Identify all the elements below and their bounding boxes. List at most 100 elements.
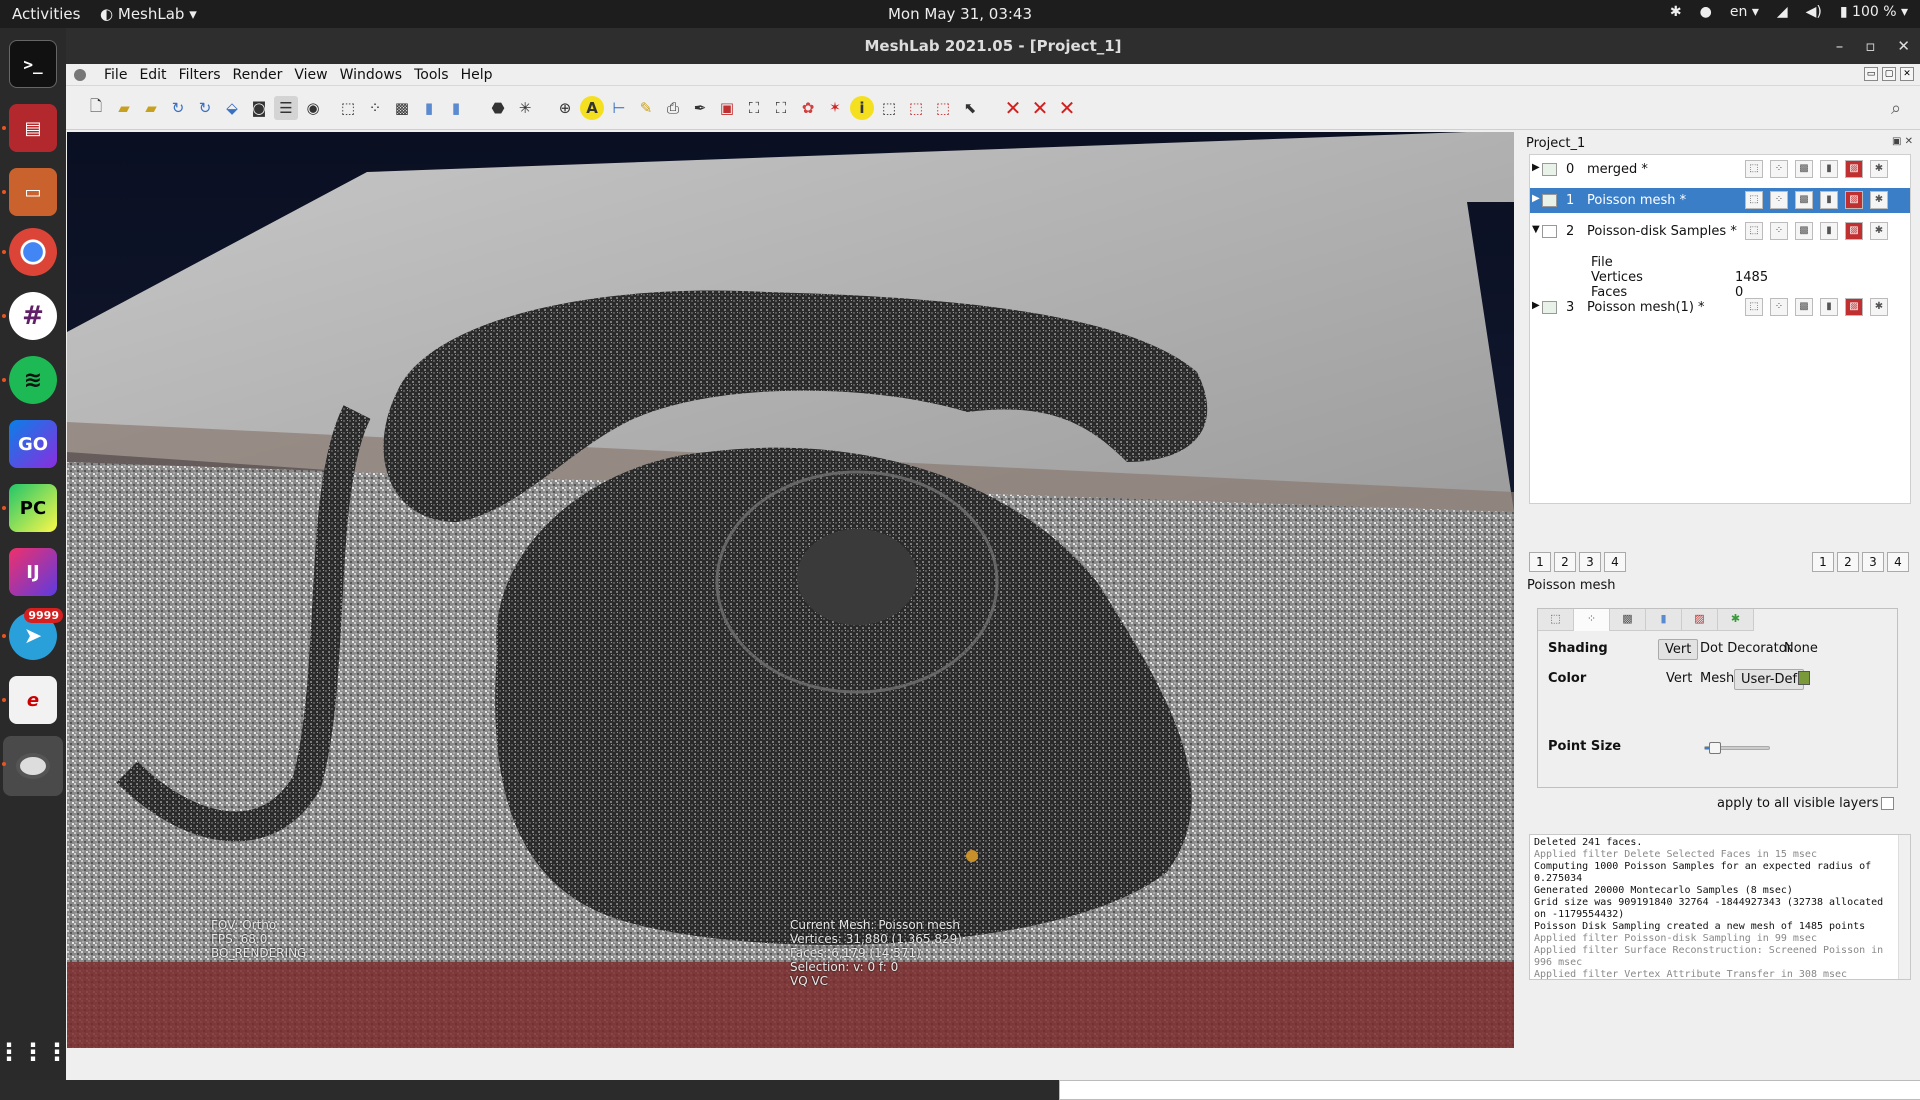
bbox-toggle-icon[interactable]: ⬚ <box>1745 191 1763 209</box>
decorator-toggle-icon[interactable]: ✱ <box>1870 298 1888 316</box>
user-color-swatch[interactable] <box>1798 671 1810 685</box>
fill-toggle-icon[interactable]: ▮ <box>1820 160 1838 178</box>
right-view-button-2[interactable]: 2 <box>1837 552 1859 572</box>
telegram-icon[interactable]: ➤ 9999 <box>9 608 63 660</box>
3d-viewport[interactable]: FOV: Ortho FPS: 68.0 BO_RENDERING Curren… <box>67 132 1514 1048</box>
app-icon[interactable]: e <box>9 676 57 724</box>
flat-render-icon[interactable]: ▮ <box>417 96 441 120</box>
clock[interactable]: Mon May 31, 03:43 <box>0 5 1920 23</box>
georef-icon[interactable]: ✶ <box>823 96 847 120</box>
bbox-icon[interactable]: ⬚ <box>336 96 360 120</box>
maximize-icon[interactable]: ▫ <box>1865 28 1875 64</box>
menu-view[interactable]: View <box>288 67 333 83</box>
delete-vertices-icon[interactable]: ✕ <box>1001 96 1025 120</box>
menu-windows[interactable]: Windows <box>334 67 409 83</box>
raster-icon[interactable]: ◉ <box>301 96 325 120</box>
layer-row[interactable]: ▼ 2 Poisson-disk Samples * ⬚ ⁘ ▩ ▮ ▨ ✱ <box>1530 219 1910 244</box>
tab-bbox-icon[interactable]: ⬚ <box>1538 609 1574 631</box>
decorator-toggle-icon[interactable]: ✱ <box>1870 222 1888 240</box>
layer-row-selected[interactable]: ▶ 1 Poisson mesh * ⬚ ⁘ ▩ ▮ ▨ ✱ <box>1530 188 1910 213</box>
layer-row[interactable]: ▶ 3 Poisson mesh(1) * ⬚ ⁘ ▩ ▮ ▨ ✱ <box>1530 295 1910 320</box>
bbox-toggle-icon[interactable]: ⬚ <box>1745 298 1763 316</box>
select-faces-icon[interactable]: ⛶ <box>769 96 793 120</box>
visibility-eye-icon[interactable] <box>1542 163 1557 176</box>
close-icon[interactable]: ✕ <box>1897 28 1910 64</box>
dropbox-tray-icon[interactable]: ● <box>1700 4 1712 20</box>
trackball-icon[interactable]: ⊕ <box>553 96 577 120</box>
fill-toggle-icon[interactable]: ▮ <box>1820 222 1838 240</box>
lighting-icon[interactable]: ⬣ <box>486 96 510 120</box>
select-vertices-icon[interactable]: ⛶ <box>742 96 766 120</box>
select-rect-icon[interactable]: ⬚ <box>877 96 901 120</box>
fill-toggle-icon[interactable]: ▮ <box>1820 298 1838 316</box>
edit-tool-icon[interactable]: ▣ <box>715 96 739 120</box>
delete-faces-icon[interactable]: ✕ <box>1028 96 1052 120</box>
mdi-close-icon[interactable]: ✕ <box>1900 67 1914 81</box>
slack-tray-icon[interactable]: ✱ <box>1670 4 1682 20</box>
delete-all-icon[interactable]: ✕ <box>1055 96 1079 120</box>
battery-indicator[interactable]: ▮ 100 % ▾ <box>1840 4 1908 20</box>
color-userdef-button[interactable]: User-Def <box>1734 669 1805 690</box>
import-mesh-icon[interactable]: ▰ <box>139 96 163 120</box>
axes-icon[interactable]: ✳ <box>513 96 537 120</box>
log-scrollbar[interactable] <box>1898 835 1910 979</box>
pycharm-icon[interactable]: PC <box>9 484 57 532</box>
wire-toggle-icon[interactable]: ▩ <box>1795 191 1813 209</box>
tab-texture-icon[interactable]: ▨ <box>1682 609 1718 631</box>
wire-toggle-icon[interactable]: ▩ <box>1795 222 1813 240</box>
annotation-icon[interactable]: A <box>580 96 604 120</box>
fill-toggle-icon[interactable]: ▮ <box>1820 191 1838 209</box>
left-view-button-1[interactable]: 1 <box>1529 552 1551 572</box>
expand-arrow-icon[interactable]: ▶ <box>1532 193 1540 204</box>
app-icon[interactable]: ▤ <box>9 104 57 152</box>
expand-arrow-icon[interactable]: ▶ <box>1532 300 1540 311</box>
menu-filters[interactable]: Filters <box>173 67 227 83</box>
tab-points-icon[interactable]: ⁘ <box>1574 609 1610 631</box>
wire-toggle-icon[interactable]: ▩ <box>1795 298 1813 316</box>
keyboard-layout[interactable]: en ▾ <box>1730 4 1759 20</box>
select-vert-icon[interactable]: ⬚ <box>931 96 955 120</box>
mdi-maximize-icon[interactable]: ▢ <box>1882 67 1896 81</box>
menu-help[interactable]: Help <box>455 67 499 83</box>
menu-edit[interactable]: Edit <box>133 67 172 83</box>
shading-vert-button[interactable]: Vert <box>1658 639 1699 660</box>
select-pointer-icon[interactable]: ⬉ <box>958 96 982 120</box>
layers-icon[interactable]: ☰ <box>274 96 298 120</box>
right-view-button-1[interactable]: 1 <box>1812 552 1834 572</box>
left-view-button-4[interactable]: 4 <box>1604 552 1626 572</box>
chrome-icon[interactable] <box>9 228 57 276</box>
texture-toggle-icon[interactable]: ▨ <box>1845 298 1863 316</box>
panel-controls[interactable]: ▣ ✕ <box>1892 136 1913 147</box>
select-conn-icon[interactable]: ⬚ <box>904 96 928 120</box>
visibility-eye-icon[interactable] <box>1542 194 1557 207</box>
paint-icon[interactable]: ✎ <box>634 96 658 120</box>
menu-tools[interactable]: Tools <box>408 67 455 83</box>
wire-toggle-icon[interactable]: ▩ <box>1795 160 1813 178</box>
wireframe-icon[interactable]: ▩ <box>390 96 414 120</box>
info-icon[interactable]: i <box>850 96 874 120</box>
left-view-button-3[interactable]: 3 <box>1579 552 1601 572</box>
tab-fill-icon[interactable]: ▮ <box>1646 609 1682 631</box>
volume-icon[interactable]: ◀) <box>1806 4 1822 20</box>
color-vert-button[interactable]: Vert <box>1666 671 1692 686</box>
new-project-icon[interactable]: 🗋 <box>84 96 108 120</box>
intellij-icon[interactable]: IJ <box>9 548 57 596</box>
mdi-restore-icon[interactable]: ▭ <box>1864 67 1878 81</box>
right-view-button-4[interactable]: 4 <box>1887 552 1909 572</box>
measure-icon[interactable]: ⊢ <box>607 96 631 120</box>
goland-icon[interactable]: GO <box>9 420 57 468</box>
print-icon[interactable]: ⎙ <box>661 96 685 120</box>
menu-render[interactable]: Render <box>227 67 289 83</box>
texture-toggle-icon[interactable]: ▨ <box>1845 191 1863 209</box>
bbox-toggle-icon[interactable]: ⬚ <box>1745 222 1763 240</box>
pen-icon[interactable]: ✒ <box>688 96 712 120</box>
texture-toggle-icon[interactable]: ▨ <box>1845 222 1863 240</box>
export-mesh-icon[interactable]: ⬙ <box>220 96 244 120</box>
texture-toggle-icon[interactable]: ▨ <box>1845 160 1863 178</box>
spotify-icon[interactable]: ≋ <box>9 356 57 404</box>
right-view-button-3[interactable]: 3 <box>1862 552 1884 572</box>
decorator-toggle-icon[interactable]: ✱ <box>1870 191 1888 209</box>
bbox-toggle-icon[interactable]: ⬚ <box>1745 160 1763 178</box>
minimize-icon[interactable]: – <box>1836 28 1844 64</box>
shading-none-button[interactable]: None <box>1784 641 1818 656</box>
